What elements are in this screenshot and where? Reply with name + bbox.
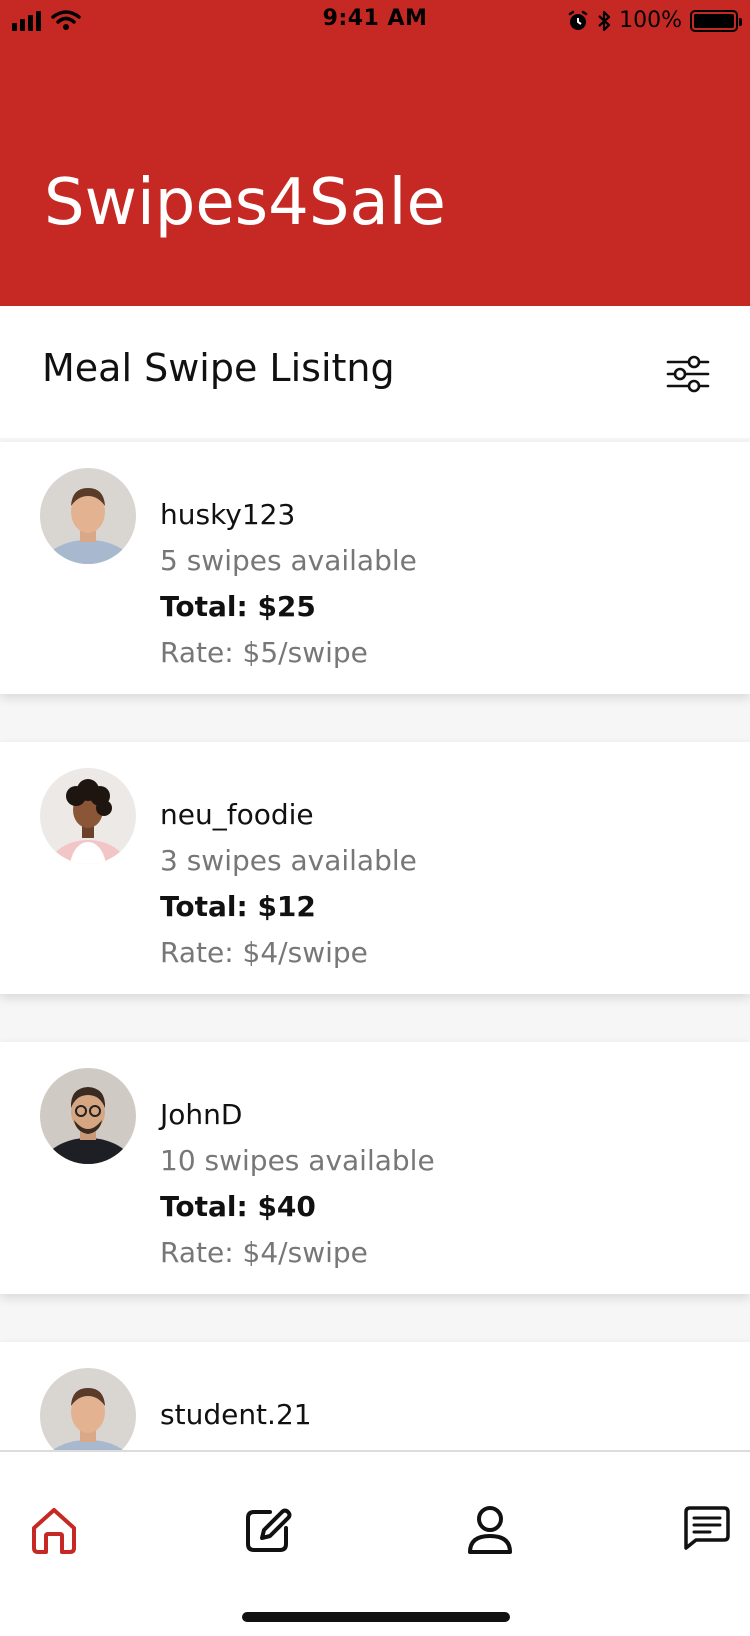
listing-card[interactable]: JohnD 10 swipes available Total: $40 Rat… [0, 1042, 750, 1294]
avatar [40, 768, 136, 864]
page-title: Meal Swipe Lisitng [42, 346, 395, 390]
status-bar: 9:41 AM 100% [0, 0, 750, 40]
tab-messages[interactable] [680, 1502, 736, 1558]
avatar [40, 468, 136, 564]
bottom-tab-bar [0, 1450, 750, 1636]
listing-rate: Rate: $4/swipe [160, 936, 368, 969]
home-indicator [242, 1612, 510, 1622]
tab-home[interactable] [26, 1502, 82, 1558]
listing-total: Total: $40 [160, 1190, 316, 1223]
listing-card[interactable]: student.21 [0, 1342, 750, 1450]
listing-swipes: 3 swipes available [160, 844, 417, 877]
home-icon [32, 1508, 76, 1554]
listing-card[interactable]: husky123 5 swipes available Total: $25 R… [0, 442, 750, 694]
tab-edit[interactable] [240, 1502, 296, 1558]
listing-swipes: 10 swipes available [160, 1144, 435, 1177]
status-right: 100% [567, 8, 742, 33]
listing-rate: Rate: $4/swipe [160, 1236, 368, 1269]
listing-username: neu_foodie [160, 798, 314, 831]
listing-total: Total: $12 [160, 890, 316, 923]
listing-total: Total: $25 [160, 590, 316, 623]
filter-button[interactable] [664, 350, 712, 398]
listing-card[interactable]: neu_foodie 3 swipes available Total: $12… [0, 742, 750, 994]
app-title: Swipes4Sale [44, 166, 446, 240]
avatar [40, 1368, 136, 1450]
listing-list: husky123 5 swipes available Total: $25 R… [0, 438, 750, 1450]
bluetooth-icon [598, 10, 611, 31]
battery-icon [690, 9, 742, 32]
listing-username: husky123 [160, 498, 296, 531]
battery-percentage: 100% [619, 8, 682, 33]
user-icon [468, 1506, 512, 1554]
app-header: 9:41 AM 100% Swipes4Sale [0, 0, 750, 306]
sliders-icon [666, 355, 710, 393]
edit-icon [246, 1508, 292, 1552]
section-header: Meal Swipe Lisitng [0, 306, 750, 438]
alarm-icon [568, 10, 588, 30]
tab-profile[interactable] [462, 1502, 518, 1558]
listing-rate: Rate: $5/swipe [160, 636, 368, 669]
chat-icon [684, 1506, 730, 1550]
listing-username: JohnD [160, 1098, 243, 1131]
avatar [40, 1068, 136, 1164]
listing-username: student.21 [160, 1398, 312, 1431]
listing-swipes: 5 swipes available [160, 544, 417, 577]
